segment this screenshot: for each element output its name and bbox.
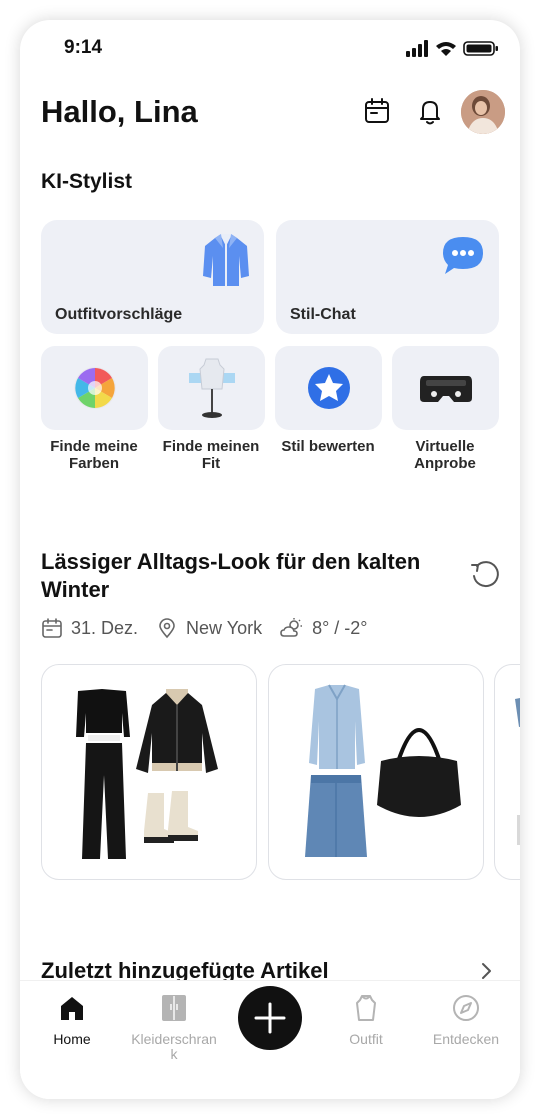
color-wheel-icon [73,367,116,409]
plus-icon [254,1002,286,1034]
meta-weather: 8° / -2° [280,617,368,639]
look-meta: 31. Dez. New York 8° / -2° [41,614,386,642]
partly-cloudy-icon [280,618,303,637]
add-button[interactable] [238,986,302,1050]
meta-date: 31. Dez. [41,617,138,639]
outfit-image [76,689,218,859]
tile-find-colors[interactable] [41,346,148,430]
mannequin-icon [188,358,235,418]
outfit-card[interactable] [268,664,484,880]
outfit-image [515,698,520,845]
tile-rate-style[interactable] [275,346,382,430]
tab-bar: Home Kleiderschrank Outfit Entdecken [20,980,520,1099]
avatar[interactable] [461,90,505,134]
status-bar: 9:14 [20,20,520,76]
tab-outfit[interactable]: Outfit [320,993,412,1047]
outfit-image [305,684,461,857]
jacket-icon [203,233,249,286]
meta-weather-text: 8° / -2° [312,617,368,638]
tab-home[interactable]: Home [26,993,118,1047]
chat-bubble-icon [443,237,483,274]
tab-wardrobe-label: Kleiderschrank [131,1031,217,1062]
phone-frame: 9:14 Hallo, Lina KI-Stylist Outfitvorsch… [20,20,520,1099]
tile-virtual-try-on[interactable] [392,346,499,430]
tab-discover[interactable]: Entdecken [420,993,512,1047]
avatar-image [461,90,505,134]
compass-icon [453,995,479,1021]
chevron-right-icon[interactable] [478,960,496,982]
tile-find-fit[interactable] [158,346,265,430]
refresh-icon[interactable] [469,558,501,590]
header: Hallo, Lina [20,84,520,144]
bell-icon[interactable] [415,96,445,126]
wardrobe-icon [162,995,186,1021]
meta-location-text: New York [186,617,263,638]
tab-discover-label: Entdecken [432,1031,500,1047]
stylist-section-title: KI-Stylist [41,170,133,193]
location-pin-icon [159,618,175,639]
tab-outfit-label: Outfit [349,1031,383,1047]
status-icons [406,40,498,57]
outfit-card[interactable] [494,664,520,880]
tile-virtual-try-on-label: Virtuelle Anprobe [414,438,476,472]
tile-rate-style-label: Stil bewerten [281,438,375,455]
style-chat-label: Stil-Chat [290,306,356,323]
calendar-small-icon [42,618,62,638]
tile-find-colors-label: Finde meine Farben [50,438,138,472]
style-chat-card[interactable]: Stil-Chat [276,220,499,334]
meta-location: New York [156,617,262,639]
shirt-icon [356,995,376,1021]
home-icon [61,997,83,1020]
tile-find-fit-label: Finde meinen Fit [162,438,260,472]
outfit-suggestions-label: Outfitvorschläge [55,306,183,323]
meta-date-text: 31. Dez. [71,617,139,638]
calendar-icon[interactable] [362,96,392,126]
look-title: Lässiger Alltags-Look für den kalten Win… [41,549,421,602]
vr-headset-icon [419,376,472,402]
tab-wardrobe[interactable]: Kleiderschrank [128,993,220,1062]
outfit-card[interactable] [41,664,257,880]
outfit-suggestions-card[interactable]: Outfitvorschläge [41,220,264,334]
tab-home-label: Home [53,1031,91,1047]
greeting-title: Hallo, Lina [41,94,198,129]
status-time: 9:14 [64,37,103,58]
star-badge-icon [307,367,350,409]
